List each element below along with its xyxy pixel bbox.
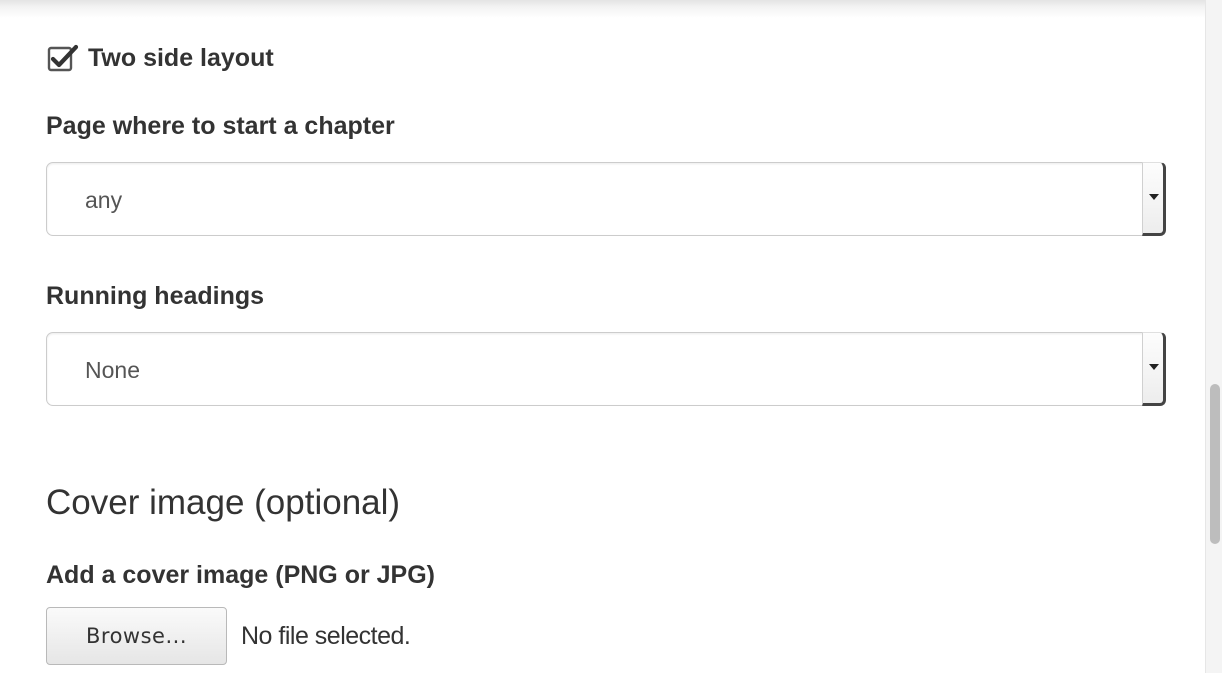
running-headings-value: None [85, 357, 140, 383]
scrollbar-thumb[interactable] [1210, 384, 1220, 544]
two-side-layout-label: Two side layout [88, 43, 274, 72]
settings-form-page: Two side layout Page where to start a ch… [0, 0, 1222, 673]
running-headings-select[interactable]: None [46, 332, 1166, 406]
running-headings-label: Running headings [46, 282, 265, 310]
top-shadow [0, 0, 1205, 18]
chevron-down-icon [1149, 194, 1159, 200]
file-status-text: No file selected. [241, 621, 411, 650]
chevron-down-icon [1149, 364, 1159, 370]
chapter-start-dropdown-button[interactable] [1142, 162, 1166, 236]
checkmark-icon[interactable] [46, 41, 80, 75]
browse-button[interactable]: Browse... [46, 607, 227, 665]
cover-image-label: Add a cover image (PNG or JPG) [46, 561, 435, 589]
cover-file-input[interactable]: Browse... No file selected. [46, 607, 411, 665]
two-side-layout-option[interactable]: Two side layout [46, 40, 274, 76]
running-headings-dropdown-button[interactable] [1142, 332, 1166, 406]
chapter-start-value: any [85, 187, 123, 213]
vertical-scrollbar[interactable] [1205, 0, 1222, 673]
chapter-start-label: Page where to start a chapter [46, 112, 395, 140]
chapter-start-select[interactable]: any [46, 162, 1166, 236]
cover-section-title: Cover image (optional) [46, 483, 401, 522]
